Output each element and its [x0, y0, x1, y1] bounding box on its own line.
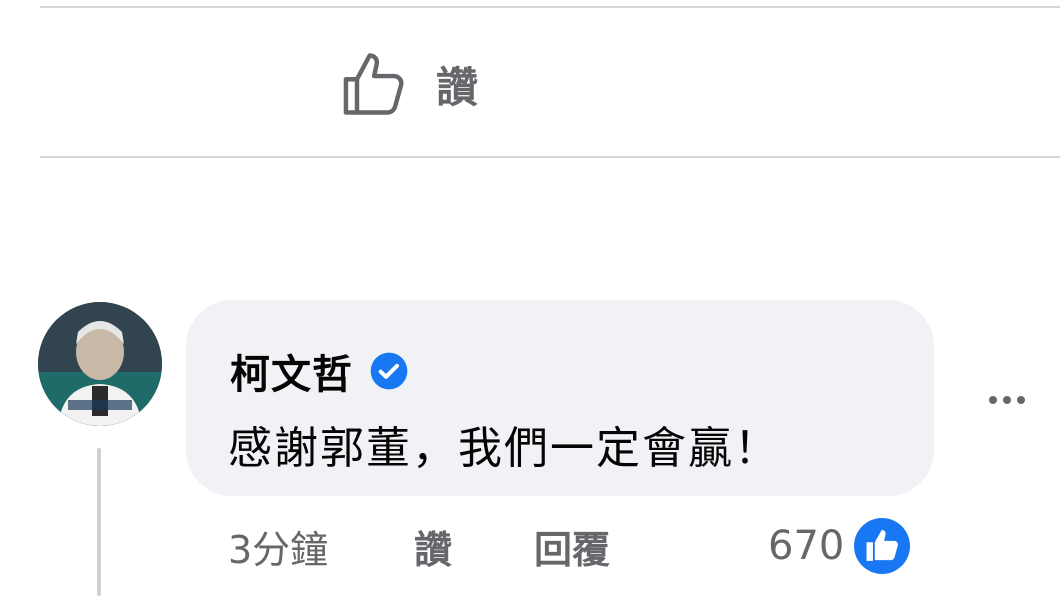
reaction-count: 670	[768, 523, 845, 569]
more-dot	[1003, 396, 1011, 404]
comment-timestamp[interactable]: 3分鐘	[228, 518, 328, 574]
avatar[interactable]	[38, 302, 162, 426]
comment-author-row: 柯文哲	[230, 342, 409, 400]
divider-top	[40, 6, 1060, 8]
thumbs-up-outline-icon	[338, 46, 414, 122]
comment-reply-button[interactable]: 回覆	[534, 518, 610, 574]
post-like-button[interactable]: 讚	[338, 44, 479, 124]
more-dot	[1017, 396, 1025, 404]
verified-badge-icon	[369, 351, 409, 391]
comment-bubble: 柯文哲 感謝郭董，我們一定會贏！	[186, 300, 934, 496]
reaction-summary[interactable]: 670	[768, 512, 914, 580]
post-like-label: 讚	[436, 62, 480, 112]
divider-bottom	[40, 156, 1060, 158]
like-reaction-icon	[850, 514, 914, 578]
comment-author-name[interactable]: 柯文哲	[230, 342, 353, 400]
comment-text: 感謝郭董，我們一定會贏！	[228, 423, 780, 474]
comment-like-button[interactable]: 讚	[414, 518, 452, 574]
more-dot	[989, 396, 997, 404]
thread-line	[97, 448, 101, 596]
more-options-icon[interactable]	[972, 380, 1042, 420]
